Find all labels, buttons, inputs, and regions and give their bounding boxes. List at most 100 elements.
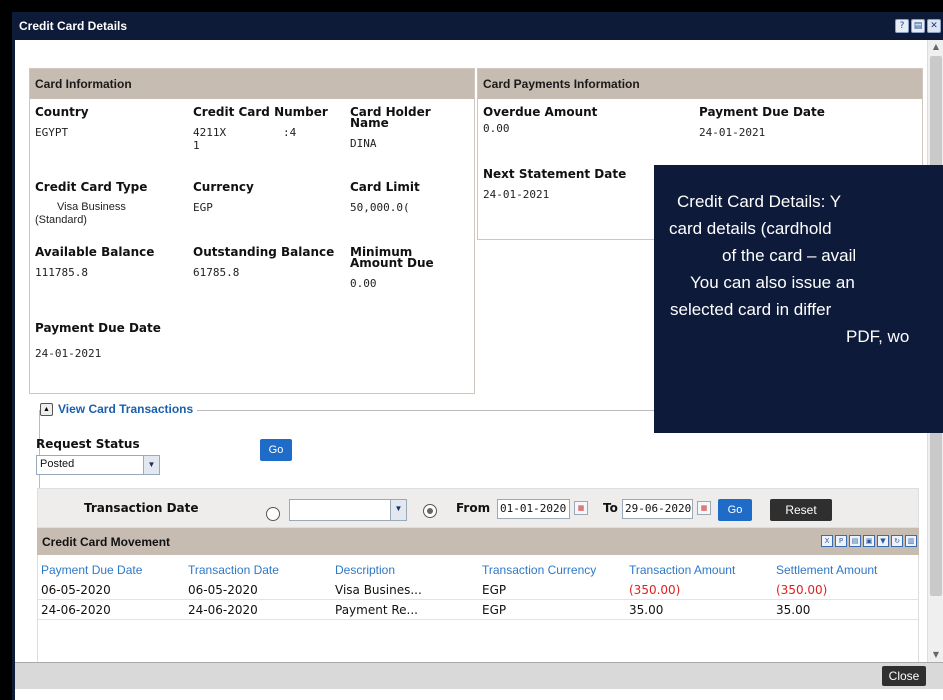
from-label: From [456, 501, 491, 515]
scroll-down-icon[interactable]: ▼ [931, 650, 941, 660]
card-type-label: Credit Card Type [35, 180, 148, 194]
from-date-input[interactable]: 01-01-2020 [497, 499, 570, 519]
table-cell: EGP [482, 603, 507, 617]
save-icon[interactable]: ▣ [863, 535, 875, 547]
card-number-label: Credit Card Number [193, 105, 328, 119]
request-status-value: Posted [40, 458, 75, 470]
card-limit-field: Card Limit 50,000.0( [350, 180, 495, 214]
available-balance-label: Available Balance [35, 245, 155, 259]
window-title: Credit Card Details [19, 19, 128, 33]
view-card-transactions-label[interactable]: View Card Transactions [58, 402, 193, 416]
help-icon[interactable]: ? [895, 19, 909, 33]
card-type-value: Visa Business (Standard) [35, 201, 126, 226]
to-label: To [603, 501, 618, 515]
card-holder-field: Card Holder Name DINA [350, 105, 490, 150]
view-card-transactions-toggle[interactable]: ▲ View Card Transactions [40, 402, 198, 416]
card-number-value: 4211X :4 1 [193, 126, 333, 152]
filter-icon[interactable]: ▼ [877, 535, 889, 547]
tutorial-line: of the card – avail [722, 246, 857, 265]
card-number-part3: 1 [193, 139, 200, 152]
minimum-due-field: Minimum Amount Due 0.00 [350, 245, 490, 290]
column-header[interactable]: Transaction Amount [629, 563, 735, 577]
tutorial-line: selected card in differ [670, 300, 832, 319]
collapse-icon[interactable]: ▲ [40, 402, 53, 416]
tutorial-line: Credit Card Details: Y [677, 192, 842, 211]
currency-value: EGP [193, 201, 213, 214]
currency-field: Currency EGP [193, 180, 338, 214]
credit-card-movement-header: Credit Card Movement X P ▤ ▣ ▼ ↻ ▥ [37, 528, 919, 555]
tutorial-overlay: Credit Card Details: Y card details (car… [654, 165, 943, 433]
column-header[interactable]: Transaction Date [188, 563, 279, 577]
card-payments-header: Card Payments Information [478, 69, 922, 99]
card-number-field: Credit Card Number 4211X :4 1 [193, 105, 338, 152]
credit-card-movement-title: Credit Card Movement [42, 535, 171, 549]
overdue-value: 0.00 [483, 122, 510, 135]
minimum-due-label: Minimum Amount Due [350, 245, 434, 270]
country-field: Country EGYPT [35, 106, 180, 139]
scroll-up-icon[interactable]: ▲ [931, 42, 941, 52]
due-date-value: 24-01-2021 [699, 126, 766, 139]
from-calendar-icon[interactable]: ▦ [574, 501, 588, 515]
table-cell: Visa Busines... [335, 583, 422, 597]
request-status-label: Request Status [36, 437, 140, 451]
available-balance-field: Available Balance 111785.8 [35, 245, 180, 279]
column-header[interactable]: Payment Due Date [41, 563, 142, 577]
statement-date-label: Next Statement Date [483, 167, 627, 181]
country-value: EGYPT [35, 126, 69, 139]
table-cell: 35.00 [629, 603, 664, 617]
tutorial-line: card details (cardhold [669, 219, 832, 238]
column-header[interactable]: Settlement Amount [776, 563, 877, 577]
window-footer: Close [15, 662, 943, 689]
refresh-icon[interactable]: ↻ [891, 535, 903, 547]
window-titlebar: Credit Card Details ? ▤ ✕ [15, 12, 943, 40]
to-date-input[interactable]: 29-06-2020 [622, 499, 693, 519]
card-information-panel: Card Information Country EGYPT Credit Ca… [29, 68, 475, 394]
table-cell: 24-06-2020 [188, 603, 258, 617]
tutorial-line: PDF, wo [846, 327, 910, 346]
chevron-down-icon[interactable]: ▼ [143, 456, 159, 474]
outstanding-balance-value: 61785.8 [193, 266, 240, 279]
print-preview-icon[interactable]: ▥ [905, 535, 917, 547]
card-information-header: Card Information [30, 69, 474, 99]
statement-date-value: 24-01-2021 [483, 188, 550, 201]
credit-card-movement-grid: Payment Due Date Transaction Date Descri… [37, 555, 919, 662]
chevron-down-icon[interactable]: ▼ [390, 500, 406, 520]
card-type-field: Credit Card Type Visa Business (Standard… [35, 180, 180, 227]
available-balance-value: 111785.8 [35, 266, 88, 279]
table-cell: (350.00) [776, 583, 828, 597]
table-cell: 06-05-2020 [188, 583, 258, 597]
request-go-button[interactable]: Go [260, 439, 292, 461]
export-pdf-icon[interactable]: P [835, 535, 847, 547]
card-number-part1: 4211X [193, 126, 227, 139]
card-limit-value: 50,000.0( [350, 201, 410, 214]
period-select[interactable]: ▼ [289, 499, 407, 521]
due-date-label: Payment Due Date [699, 105, 825, 119]
reset-button[interactable]: Reset [770, 499, 832, 521]
close-button[interactable]: Close [882, 666, 926, 686]
column-header[interactable]: Description [335, 563, 395, 577]
grid-header-row: Payment Due Date Transaction Date Descri… [38, 560, 918, 580]
export-excel-icon[interactable]: X [821, 535, 833, 547]
period-radio[interactable] [266, 507, 280, 521]
print-icon[interactable]: ▤ [911, 19, 925, 33]
table-cell: (350.00) [629, 583, 681, 597]
date-go-button[interactable]: Go [718, 499, 752, 521]
payment-due-label: Payment Due Date [35, 321, 161, 335]
table-row[interactable]: 24-06-2020 24-06-2020 Payment Re... EGP … [38, 600, 918, 620]
table-row[interactable]: 06-05-2020 06-05-2020 Visa Busines... EG… [38, 580, 918, 600]
table-cell: 06-05-2020 [41, 583, 111, 597]
close-icon[interactable]: ✕ [927, 19, 941, 33]
column-header[interactable]: Transaction Currency [482, 563, 596, 577]
overdue-field: Overdue Amount 0.00 [483, 106, 628, 135]
print-icon[interactable]: ▤ [849, 535, 861, 547]
request-status-select[interactable]: Posted ▼ [36, 455, 160, 475]
date-range-radio[interactable] [423, 504, 437, 518]
card-holder-label: Card Holder Name [350, 105, 431, 130]
transaction-date-label: Transaction Date [84, 501, 199, 515]
card-limit-label: Card Limit [350, 180, 420, 194]
currency-label: Currency [193, 180, 254, 194]
to-calendar-icon[interactable]: ▦ [697, 501, 711, 515]
payment-due-field: Payment Due Date 24-01-2021 [35, 321, 180, 360]
minimum-due-value: 0.00 [350, 277, 377, 290]
table-cell: Payment Re... [335, 603, 418, 617]
